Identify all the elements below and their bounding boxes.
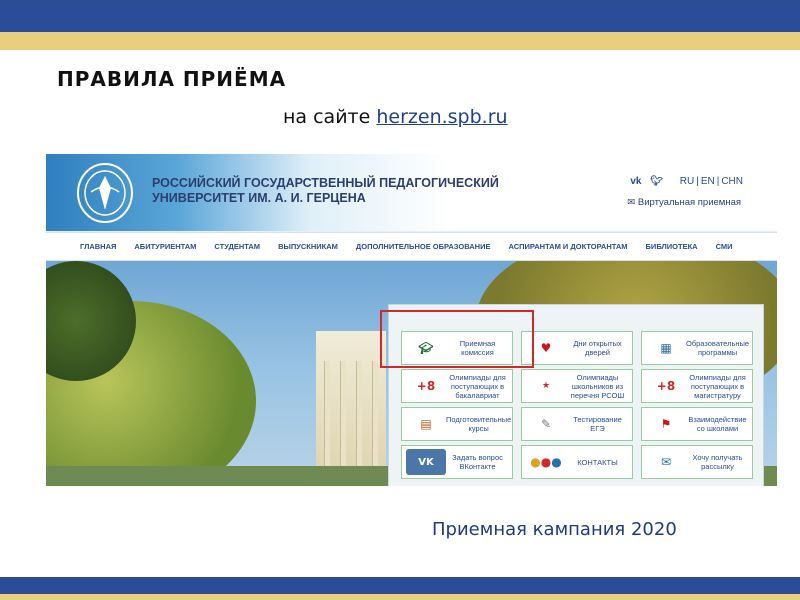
ege-icon: ★ (541, 381, 551, 391)
university-name: РОССИЙСКИЙ ГОСУДАРСТВЕННЫЙ ПЕДАГОГИЧЕСКИ… (152, 176, 499, 206)
tile-label: Хочу получать рассылку (692, 453, 743, 471)
vk-logo-icon: VK (406, 449, 446, 475)
lang-chn[interactable]: CHN (719, 176, 745, 187)
bottom-gold-band (0, 594, 800, 600)
nav-library[interactable]: БИБЛИОТЕКА (646, 242, 698, 251)
tile-label: Олимпиады для поступающих в магистратуру (689, 372, 746, 400)
university-name-line1: РОССИЙСКИЙ ГОСУДАРСТВЕННЫЙ ПЕДАГОГИЧЕСКИ… (152, 176, 499, 190)
virtual-reception-label: Виртуальная приемная (637, 197, 741, 208)
schools-icon: ⚑ (660, 417, 672, 431)
tile-olympiads-bachelor[interactable]: +8 Олимпиады для поступающих в бакалаври… (401, 369, 513, 403)
tile-label: Задать вопрос ВКонтакте (452, 453, 503, 471)
tile-olympiads-rsosh[interactable]: ★ Олимпиады школьников из перечня РСОШ (521, 369, 633, 403)
nav-home[interactable]: ГЛАВНАЯ (80, 242, 116, 251)
slide-subtitle: на сайте herzen.spb.ru (283, 106, 508, 128)
highlight-box (380, 310, 534, 368)
subtitle-prefix: на сайте (283, 106, 371, 128)
site-nav: ГЛАВНАЯ АБИТУРИЕНТАМ СТУДЕНТАМ ВЫПУСКНИК… (46, 232, 777, 261)
nav-graduates[interactable]: ВЫПУСКНИКАМ (278, 242, 338, 251)
tile-school-interaction[interactable]: ⚑ Взаимодействие со школами (641, 407, 753, 441)
nav-postgraduates[interactable]: АСПИРАНТАМ И ДОКТОРАНТАМ (508, 242, 627, 251)
tile-educational-programs[interactable]: ▦ Образовательные программы (641, 331, 753, 365)
website-screenshot: РОССИЙСКИЙ ГОСУДАРСТВЕННЫЙ ПЕДАГОГИЧЕСКИ… (46, 154, 777, 486)
site-header: РОССИЙСКИЙ ГОСУДАРСТВЕННЫЙ ПЕДАГОГИЧЕСКИ… (46, 154, 777, 231)
envelope-icon: ✉ (627, 197, 636, 208)
tile-label: Взаимодействие со школами (688, 415, 747, 433)
top-gold-band (0, 32, 800, 50)
tile-label: Олимпиады для поступающих в бакалавриат (449, 372, 506, 400)
tile-ege-testing[interactable]: ✎ Тестирование ЕГЭ (521, 407, 633, 441)
bottom-blue-band (0, 577, 800, 594)
nav-further-education[interactable]: ДОПОЛНИТЕЛЬНОЕ ОБРАЗОВАНИЕ (356, 242, 491, 251)
tile-label: Олимпиады школьников из перечня РСОШ (570, 372, 625, 400)
university-emblem-icon (77, 163, 133, 223)
university-name-line2: УНИВЕРСИТЕТ ИМ. А. И. ГЕРЦЕНА (152, 191, 366, 205)
tile-contacts[interactable]: ● ● ● КОНТАКТЫ (521, 445, 633, 479)
slide-title: ПРАВИЛА ПРИЁМА (57, 67, 287, 91)
site-link[interactable]: herzen.spb.ru (376, 106, 507, 128)
tile-label: Подготовительные курсы (446, 415, 512, 433)
slide: ПРАВИЛА ПРИЁМА на сайте herzen.spb.ru РО… (0, 0, 800, 600)
lang-en[interactable]: EN (699, 176, 717, 187)
virtual-reception-link[interactable]: ✉ Виртуальная приемная (627, 197, 741, 208)
tile-open-days[interactable]: ♥ Дни открытых дверей (521, 331, 633, 365)
tile-label: КОНТАКТЫ (577, 457, 618, 467)
lang-ru[interactable]: RU (678, 176, 696, 187)
contacts-icon: ● ● ● (530, 455, 562, 469)
nav-students[interactable]: СТУДЕНТАМ (214, 242, 260, 251)
testing-icon: ✎ (540, 417, 552, 431)
plus-8-icon: +8 (656, 379, 676, 393)
tile-ask-vk[interactable]: VK Задать вопрос ВКонтакте (401, 445, 513, 479)
tile-label: Дни открытых дверей (573, 339, 622, 357)
tile-subscribe[interactable]: ✉ Хочу получать рассылку (641, 445, 753, 479)
building (316, 331, 386, 486)
tile-olympiads-master[interactable]: +8 Олимпиады для поступающих в магистрат… (641, 369, 753, 403)
nav-applicants[interactable]: АБИТУРИЕНТАМ (134, 242, 196, 251)
nav-media[interactable]: СМИ (716, 242, 733, 251)
vk-icon[interactable]: vk (630, 176, 641, 187)
mail-icon: ✉ (660, 455, 672, 469)
programs-icon: ▦ (660, 341, 672, 355)
twitter-icon[interactable]: 🐦︎ (650, 176, 663, 187)
top-blue-band (0, 0, 800, 32)
plus-8-icon: +8 (416, 379, 436, 393)
tile-label: Образовательные программы (686, 339, 750, 357)
language-switcher: RU | EN | CHN (678, 176, 745, 187)
tile-label: Тестирование ЕГЭ (573, 415, 622, 433)
slide-footer: Приемная кампания 2020 (432, 519, 677, 540)
header-links: vk 🐦︎ RU | EN | CHN (630, 176, 745, 187)
books-icon: ▤ (420, 417, 432, 431)
tile-preparatory-courses[interactable]: ▤ Подготовительные курсы (401, 407, 513, 441)
